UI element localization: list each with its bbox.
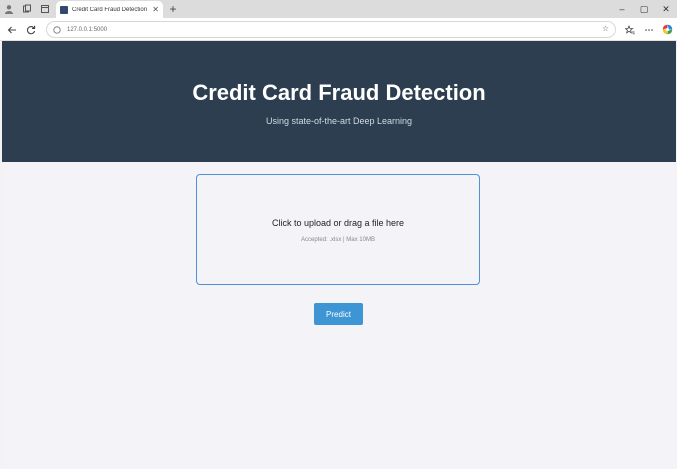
upload-prompt: Click to upload or drag a file here	[271, 218, 405, 228]
upload-hint: Accepted: .xlsx | Max 10MB	[301, 237, 375, 243]
refresh-icon[interactable]	[22, 21, 40, 38]
tab-title: Credit Card Fraud Detection	[72, 6, 148, 13]
active-tab[interactable]: Credit Card Fraud Detection ✕	[56, 1, 163, 18]
file-upload-dropzone[interactable]: Click to upload or drag a file here Acce…	[196, 174, 480, 285]
favorites-icon[interactable]	[621, 21, 639, 38]
favorite-star-icon[interactable]: ☆	[602, 24, 609, 33]
more-menu-icon[interactable]	[640, 21, 658, 38]
page-title: Credit Card Fraud Detection	[192, 80, 486, 105]
minimize-button[interactable]: –	[611, 0, 633, 18]
tab-strip: Credit Card Fraud Detection ✕ + – ▢ ✕	[0, 0, 677, 18]
page-content: Credit Card Fraud Detection Using state-…	[2, 41, 676, 469]
window-controls: – ▢ ✕	[611, 0, 677, 18]
copilot-icon[interactable]	[658, 21, 676, 38]
profile-icon[interactable]	[0, 0, 18, 18]
url-text: 127.0.0.1:5000	[67, 26, 108, 33]
back-arrow-icon[interactable]	[3, 21, 21, 38]
tab-close-icon[interactable]: ✕	[152, 5, 159, 14]
tab-actions-icon[interactable]	[36, 0, 54, 18]
workspaces-icon[interactable]	[18, 0, 36, 18]
hero-header: Credit Card Fraud Detection Using state-…	[2, 41, 676, 162]
new-tab-button[interactable]: +	[166, 1, 180, 17]
site-info-icon[interactable]	[53, 25, 61, 34]
predict-button[interactable]: Predict	[314, 303, 363, 325]
close-window-button[interactable]: ✕	[655, 0, 677, 18]
address-bar[interactable]: 127.0.0.1:5000 ☆	[46, 21, 616, 38]
tab-favicon-icon	[60, 5, 68, 14]
page-subtitle: Using state-of-the-art Deep Learning	[265, 116, 413, 126]
browser-toolbar: 127.0.0.1:5000 ☆	[0, 18, 677, 41]
maximize-button[interactable]: ▢	[633, 0, 655, 18]
